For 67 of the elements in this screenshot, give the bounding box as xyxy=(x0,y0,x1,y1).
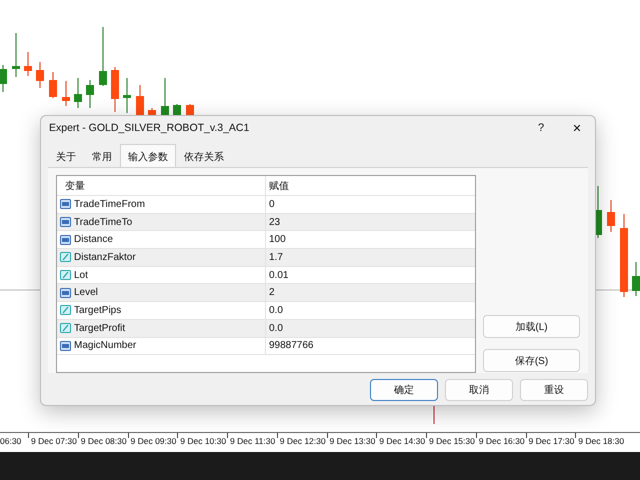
parameter-name: Distance xyxy=(74,234,113,246)
parameter-value[interactable]: 2 xyxy=(266,287,475,298)
candle xyxy=(62,80,70,106)
window-title: Expert - GOLD_SILVER_ROBOT_v.3_AC1 xyxy=(49,122,250,134)
integer-icon xyxy=(60,234,71,245)
time-label: 9 Dec 17:30 xyxy=(528,436,574,446)
candle xyxy=(74,78,82,108)
close-button[interactable]: ✕ xyxy=(559,122,595,134)
integer-icon xyxy=(60,217,71,228)
time-label: 9 Dec 10:30 xyxy=(180,436,226,446)
parameter-name: TradeTimeFrom xyxy=(74,198,145,210)
dialog-button[interactable]: 确定 xyxy=(370,379,438,401)
column-header: 变量 xyxy=(64,180,85,192)
integer-icon xyxy=(60,288,71,298)
time-label: 9 Dec 11:30 xyxy=(230,436,276,446)
fraction-icon xyxy=(60,270,71,280)
time-label: 9 Dec 09:30 xyxy=(130,436,176,446)
load-button[interactable]: 加载(L) xyxy=(483,315,580,338)
time-label: 9 Dec 18:30 xyxy=(578,436,624,446)
parameter-name: DistanzFaktor xyxy=(74,252,136,263)
candle xyxy=(0,64,7,92)
time-label: 9 Dec 12:30 xyxy=(280,436,326,446)
parameter-value[interactable]: 0 xyxy=(266,198,475,210)
time-label: 06:30 xyxy=(0,436,22,446)
parameter-name: TradeTimeTo xyxy=(74,216,132,228)
time-label: 9 Dec 08:30 xyxy=(80,436,127,446)
integer-icon xyxy=(60,340,71,351)
fraction-icon xyxy=(60,323,71,334)
column-header: 赋值 xyxy=(268,180,290,192)
integer-icon xyxy=(60,199,71,210)
parameter-value[interactable]: 0.0 xyxy=(266,304,475,316)
parameter-name: MagicNumber xyxy=(74,340,136,352)
tab[interactable]: 依存关系 xyxy=(176,146,232,167)
time-label: 9 Dec 14:30 xyxy=(379,436,426,446)
parameter-value[interactable]: 23 xyxy=(266,216,475,228)
parameter-name: TargetPips xyxy=(74,304,122,316)
fraction-icon xyxy=(60,252,71,262)
dialog-button[interactable]: 重设 xyxy=(520,379,588,401)
candle xyxy=(12,32,20,78)
candle xyxy=(607,200,615,232)
parameter-value[interactable]: 100 xyxy=(266,234,475,246)
time-label: 9 Dec 07:30 xyxy=(31,436,77,446)
parameter-name: Level xyxy=(74,287,98,298)
parameter-name: Lot xyxy=(74,270,88,281)
time-label: 9 Dec 15:30 xyxy=(429,436,475,446)
candle xyxy=(49,72,57,98)
tab[interactable]: 常用 xyxy=(84,146,120,167)
parameter-value[interactable]: 99887766 xyxy=(266,340,475,352)
parameter-value[interactable]: 0.0 xyxy=(266,322,475,334)
candle xyxy=(86,80,94,108)
tab[interactable]: 关于 xyxy=(48,146,84,167)
parameter-value[interactable]: 0.01 xyxy=(266,270,475,281)
parameter-value[interactable]: 1.7 xyxy=(266,252,475,263)
parameter-name: TargetProfit xyxy=(74,322,126,334)
time-label: 9 Dec 13:30 xyxy=(330,436,376,446)
tab[interactable]: 输入参数 xyxy=(120,144,176,167)
candle xyxy=(111,66,119,112)
fraction-icon xyxy=(60,305,71,316)
help-button[interactable]: ? xyxy=(523,122,559,134)
save-button[interactable]: 保存(S) xyxy=(483,349,580,372)
candle xyxy=(36,62,44,88)
candle xyxy=(632,262,640,296)
candle xyxy=(99,26,107,86)
candle xyxy=(123,78,131,114)
dialog-button[interactable]: 取消 xyxy=(445,379,513,401)
time-label: 9 Dec 16:30 xyxy=(478,436,525,446)
candle xyxy=(24,52,32,76)
